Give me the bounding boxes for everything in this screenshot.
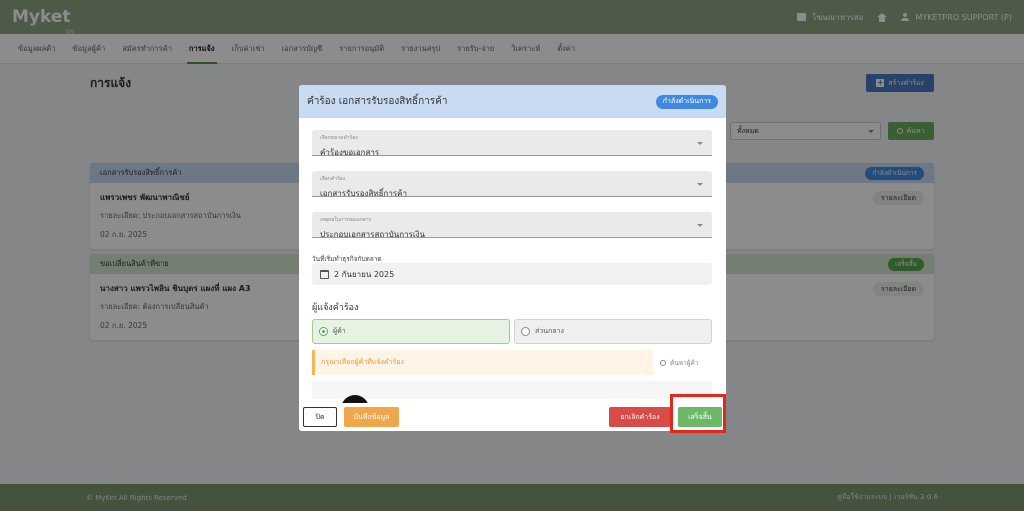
radio-central-label: ส่วนกลาง (535, 327, 564, 335)
date-value: 2 กันยายน 2025 (334, 269, 395, 279)
search-vendor-placeholder: ค้นหาผู้ค้า (670, 359, 699, 367)
search-vendor-input[interactable]: ค้นหาผู้ค้า (660, 358, 699, 368)
field-value: คำร้องขอเอกสาร (320, 148, 380, 157)
chevron-down-icon (697, 142, 703, 145)
warning-text: กรุณาเลือกผู้ค้าที่แจ้งคำร้อง (321, 358, 404, 366)
request-category-select[interactable]: เลือกหมวดคำร้อง คำร้องขอเอกสาร (312, 130, 712, 157)
radio-vendor[interactable]: ผู้ค้า (312, 319, 510, 344)
radio-unchecked-icon (521, 327, 530, 336)
field-label: เหตุผลในการขอเอกสาร (320, 217, 372, 223)
field-value: เอกสารรับรองสิทธิ์การค้า (320, 189, 407, 198)
start-date-field[interactable]: 2 กันยายน 2025 (312, 263, 712, 285)
search-icon (660, 360, 666, 366)
modal-header: คำร้อง เอกสารรับรองสิทธิ์การค้า กำลังดำเ… (299, 85, 726, 118)
modal-footer: ปิด บันทึกข้อมูล ยกเลิกคำร้อง เสร็จสิ้น (299, 403, 726, 431)
field-value: ประกอบเอกสารสถาบันการเงิน (320, 230, 425, 239)
chevron-down-icon (697, 183, 703, 186)
close-button[interactable]: ปิด (303, 407, 337, 427)
field-label: เลือกหมวดคำร้อง (320, 135, 358, 141)
radio-vendor-label: ผู้ค้า (333, 327, 346, 335)
reason-select[interactable]: เหตุผลในการขอเอกสาร ประกอบเอกสารสถาบันกา… (312, 212, 712, 239)
request-type-select[interactable]: เลือกคำร้อง เอกสารรับรองสิทธิ์การค้า (312, 171, 712, 198)
requester-section-title: ผู้แจ้งคำร้อง (312, 303, 359, 313)
radio-central[interactable]: ส่วนกลาง (514, 319, 712, 344)
save-button[interactable]: บันทึกข้อมูล (344, 407, 399, 427)
request-modal: คำร้อง เอกสารรับรองสิทธิ์การค้า กำลังดำเ… (299, 85, 726, 431)
cancel-request-button[interactable]: ยกเลิกคำร้อง (609, 407, 671, 427)
modal-body: เลือกหมวดคำร้อง คำร้องขอเอกสาร เลือกคำร้… (299, 118, 726, 403)
calendar-icon (320, 269, 329, 279)
select-vendor-warning: กรุณาเลือกผู้ค้าที่แจ้งคำร้อง (312, 350, 653, 375)
radio-checked-icon (319, 327, 328, 336)
chevron-down-icon (697, 224, 703, 227)
modal-title: คำร้อง เอกสารรับรองสิทธิ์การค้า (307, 96, 448, 107)
field-label: เลือกคำร้อง (320, 176, 346, 182)
highlight-box (670, 394, 726, 433)
modal-status-badge: กำลังดำเนินการ (655, 94, 718, 109)
vendor-result-row[interactable] (312, 381, 712, 399)
